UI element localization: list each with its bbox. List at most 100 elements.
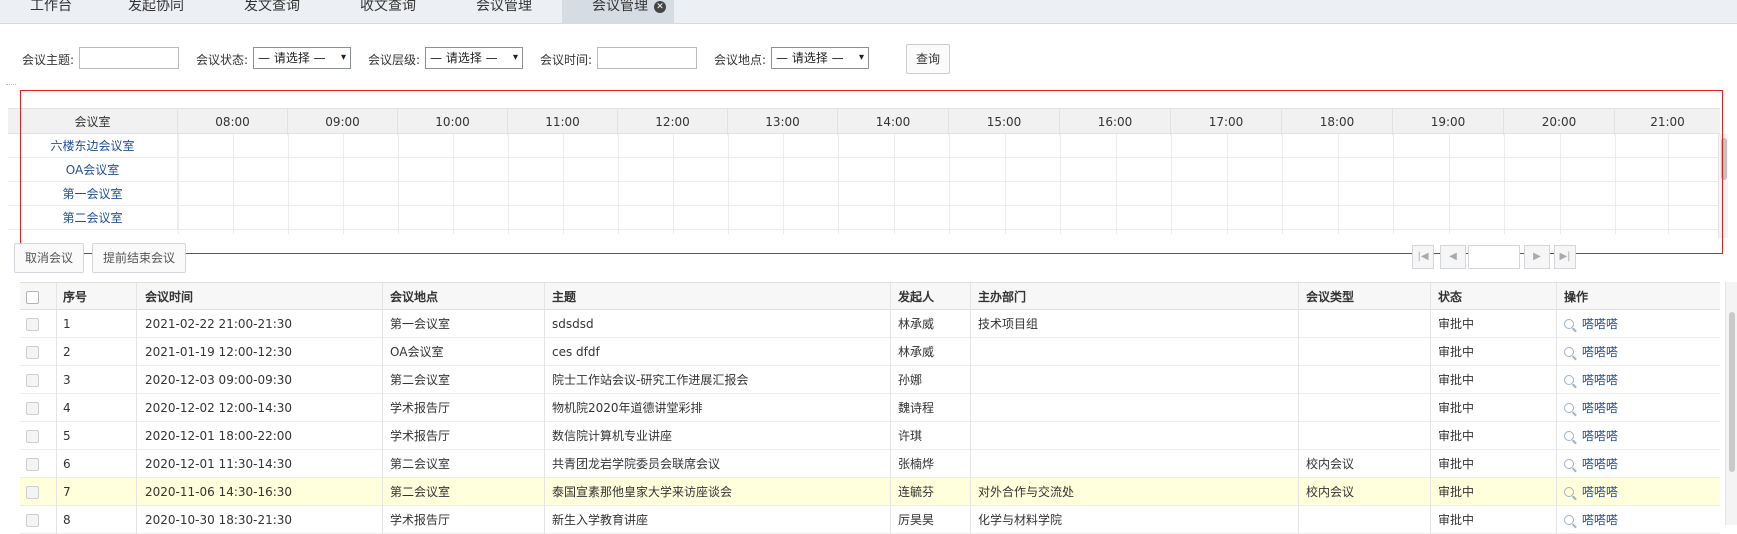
table-row[interactable]: 6 2020-12-01 11:30-14:30 第二会议室 共青团龙岩学院委员会联席… bbox=[20, 450, 1720, 478]
table-row[interactable]: 4 2020-12-02 12:00-14:30 学术报告厅 物机院2020年道德讲堂… bbox=[20, 394, 1720, 422]
cell-status[interactable]: 审批中 bbox=[1438, 338, 1474, 366]
cell-topic[interactable]: 数信院计算机专业讲座 bbox=[552, 422, 672, 450]
col-header-initiator[interactable]: 发起人 bbox=[898, 283, 934, 311]
room-name[interactable]: 第一会议室 bbox=[8, 182, 178, 206]
tab-start-collab[interactable]: 发起协同 bbox=[128, 0, 184, 24]
cell-status[interactable]: 审批中 bbox=[1438, 422, 1474, 450]
view-link[interactable]: 嗒嗒嗒 bbox=[1582, 401, 1618, 415]
cell-status[interactable]: 审批中 bbox=[1438, 394, 1474, 422]
last-page-button[interactable]: ▶| bbox=[1554, 245, 1576, 269]
schedule-row: 第一会议室 bbox=[8, 182, 1720, 206]
col-header-place[interactable]: 会议地点 bbox=[390, 283, 438, 311]
room-name[interactable]: 六楼东边会议室 bbox=[8, 134, 178, 158]
cell-status[interactable]: 审批中 bbox=[1438, 366, 1474, 394]
row-checkbox[interactable] bbox=[26, 402, 39, 415]
place-select-value: — 请选择 — bbox=[776, 51, 844, 65]
search-icon[interactable] bbox=[1564, 403, 1574, 413]
row-checkbox[interactable] bbox=[26, 374, 39, 387]
cell-topic[interactable]: 新生入学教育讲座 bbox=[552, 506, 648, 534]
table-row[interactable]: 7 2020-11-06 14:30-16:30 第二会议室 泰国宣素那他皇家大学来访… bbox=[20, 478, 1720, 506]
cell-topic[interactable]: 共青团龙岩学院委员会联席会议 bbox=[552, 450, 720, 478]
col-header-dept[interactable]: 主办部门 bbox=[978, 283, 1026, 311]
hour-header: 12:00 bbox=[618, 109, 728, 135]
col-header-no[interactable]: 序号 bbox=[63, 283, 87, 311]
row-checkbox[interactable] bbox=[26, 458, 39, 471]
search-icon[interactable] bbox=[1564, 319, 1574, 329]
grid-line bbox=[508, 134, 509, 234]
scrollbar-thumb[interactable] bbox=[1721, 138, 1727, 180]
view-link[interactable]: 嗒嗒嗒 bbox=[1582, 317, 1618, 331]
page-number-input[interactable] bbox=[1468, 245, 1520, 269]
room-name[interactable]: 第二会议室 bbox=[8, 206, 178, 230]
column-divider bbox=[1556, 506, 1557, 534]
search-icon[interactable] bbox=[1564, 487, 1574, 497]
col-header-topic[interactable]: 主题 bbox=[552, 283, 576, 311]
chevron-down-icon: ▾ bbox=[340, 52, 346, 63]
row-checkbox[interactable] bbox=[26, 486, 39, 499]
table-scrollbar[interactable] bbox=[1725, 282, 1737, 525]
place-select[interactable]: — 请选择 — ▾ bbox=[771, 47, 869, 69]
topic-input[interactable] bbox=[79, 47, 179, 69]
table-row[interactable]: 8 2020-10-30 18:30-21:30 学术报告厅 新生入学教育讲座 厉昊昊 化… bbox=[20, 506, 1720, 534]
view-link[interactable]: 嗒嗒嗒 bbox=[1582, 457, 1618, 471]
column-divider bbox=[970, 450, 971, 478]
column-divider bbox=[136, 450, 137, 478]
table-row[interactable]: 1 2021-02-22 21:00-21:30 第一会议室 sdsdsd 林承威 技术项… bbox=[20, 310, 1720, 338]
col-header-type[interactable]: 会议类型 bbox=[1306, 283, 1354, 311]
tab-workbench[interactable]: 工作台 bbox=[30, 0, 72, 24]
grid-line bbox=[838, 134, 839, 234]
room-name[interactable]: OA会议室 bbox=[8, 158, 178, 182]
search-icon[interactable] bbox=[1564, 375, 1574, 385]
cell-place: 第二会议室 bbox=[390, 457, 451, 471]
schedule-scrollbar[interactable] bbox=[1718, 134, 1728, 238]
prev-page-button[interactable]: ◀ bbox=[1440, 245, 1466, 269]
cell-topic[interactable]: sdsdsd bbox=[552, 310, 594, 338]
tab-meeting-mgmt[interactable]: 会议管理 bbox=[476, 0, 532, 24]
select-all-checkbox[interactable] bbox=[26, 291, 39, 304]
cell-topic[interactable]: 泰国宣素那他皇家大学来访座谈会 bbox=[552, 478, 732, 506]
cell-status[interactable]: 审批中 bbox=[1438, 450, 1474, 478]
search-icon[interactable] bbox=[1564, 431, 1574, 441]
cell-topic[interactable]: 物机院2020年道德讲堂彩排 bbox=[552, 394, 703, 422]
row-checkbox[interactable] bbox=[26, 346, 39, 359]
table-row[interactable]: 2 2021-01-19 12:00-12:30 OA会议室 ces dfdf 林承威 审… bbox=[20, 338, 1720, 366]
cell-status[interactable]: 审批中 bbox=[1438, 310, 1474, 338]
table-row[interactable]: 3 2020-12-03 09:00-09:30 第二会议室 院士工作站会议-研究工作… bbox=[20, 366, 1720, 394]
view-link[interactable]: 嗒嗒嗒 bbox=[1582, 345, 1618, 359]
query-button[interactable]: 查询 bbox=[906, 44, 950, 74]
view-link[interactable]: 嗒嗒嗒 bbox=[1582, 373, 1618, 387]
cell-place: 第一会议室 bbox=[390, 317, 451, 331]
view-link[interactable]: 嗒嗒嗒 bbox=[1582, 429, 1618, 443]
first-page-button[interactable]: |◀ bbox=[1412, 245, 1434, 269]
column-divider bbox=[56, 338, 57, 366]
column-divider bbox=[382, 310, 383, 338]
schedule-header: 会议室 08:00 09:00 10:00 11:00 12:00 13:00 … bbox=[8, 108, 1720, 135]
scrollbar-thumb[interactable] bbox=[1729, 312, 1735, 472]
column-divider bbox=[1556, 338, 1557, 366]
cell-topic[interactable]: ces dfdf bbox=[552, 338, 600, 366]
row-checkbox[interactable] bbox=[26, 318, 39, 331]
view-link[interactable]: 嗒嗒嗒 bbox=[1582, 485, 1618, 499]
status-select[interactable]: — 请选择 — ▾ bbox=[253, 47, 351, 69]
time-input[interactable] bbox=[597, 47, 697, 69]
cell-status[interactable]: 审批中 bbox=[1438, 506, 1474, 534]
search-icon[interactable] bbox=[1564, 347, 1574, 357]
cancel-meeting-button[interactable]: 取消会议 bbox=[14, 243, 84, 273]
cell-topic[interactable]: 院士工作站会议-研究工作进展汇报会 bbox=[552, 366, 748, 394]
col-header-status[interactable]: 状态 bbox=[1438, 283, 1462, 311]
row-checkbox[interactable] bbox=[26, 514, 39, 527]
tab-incoming-query[interactable]: 收文查询 bbox=[360, 0, 416, 24]
search-icon[interactable] bbox=[1564, 459, 1574, 469]
cell-place: 学术报告厅 bbox=[390, 429, 451, 443]
row-checkbox[interactable] bbox=[26, 430, 39, 443]
search-icon[interactable] bbox=[1564, 515, 1574, 525]
col-header-time[interactable]: 会议时间 bbox=[145, 283, 193, 311]
table-row[interactable]: 5 2020-12-01 18:00-22:00 学术报告厅 数信院计算机专业讲座 许琪… bbox=[20, 422, 1720, 450]
tab-outgoing-query[interactable]: 发文查询 bbox=[244, 0, 300, 24]
next-page-button[interactable]: ▶ bbox=[1524, 245, 1550, 269]
end-early-button[interactable]: 提前结束会议 bbox=[92, 243, 186, 273]
cell-status[interactable]: 审批中 bbox=[1438, 478, 1474, 506]
tab-meeting-mgmt-active[interactable]: 会议管理 ✕ bbox=[562, 0, 674, 24]
level-select[interactable]: — 请选择 — ▾ bbox=[425, 47, 523, 69]
close-icon[interactable]: ✕ bbox=[654, 1, 666, 13]
